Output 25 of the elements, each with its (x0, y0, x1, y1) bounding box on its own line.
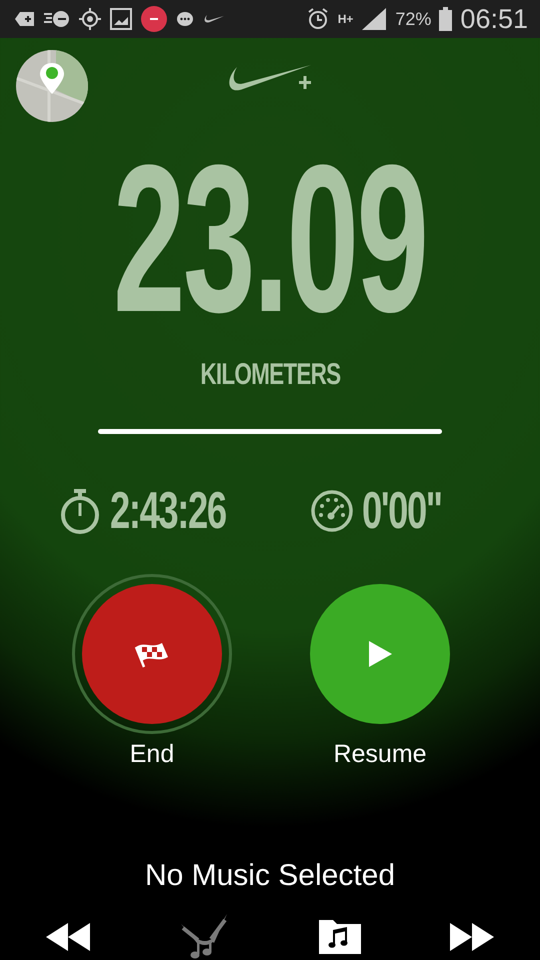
stat-value: 2:43:26 (110, 480, 226, 542)
distance-unit: KILOMETERS (200, 356, 340, 393)
alarm-clock-icon (306, 7, 330, 31)
music-folder-icon[interactable] (318, 920, 361, 954)
battery-icon (439, 7, 452, 31)
network-type: H+ (338, 13, 354, 25)
clock-time: 06:51 (460, 2, 528, 36)
end-button[interactable] (82, 584, 222, 724)
button-label: End (130, 738, 174, 770)
rewind-button[interactable] (46, 923, 90, 951)
stat-value: 0'00" (362, 480, 442, 542)
music-title: No Music Selected (144, 858, 396, 894)
location-target-icon (78, 7, 102, 31)
minus-circle-icon (140, 5, 168, 33)
image-icon (110, 8, 132, 30)
play-icon (367, 640, 393, 668)
signal-icon (361, 7, 388, 31)
chat-bubble-icon (176, 11, 194, 27)
button-label: Resume (333, 738, 427, 770)
speedometer-icon (310, 488, 354, 532)
tag-add-icon (14, 10, 36, 28)
stopwatch-icon (58, 486, 102, 534)
battery-percentage: 72% (395, 8, 432, 30)
fast-forward-button[interactable] (450, 923, 494, 951)
distance-value: 23.09 (113, 134, 427, 344)
